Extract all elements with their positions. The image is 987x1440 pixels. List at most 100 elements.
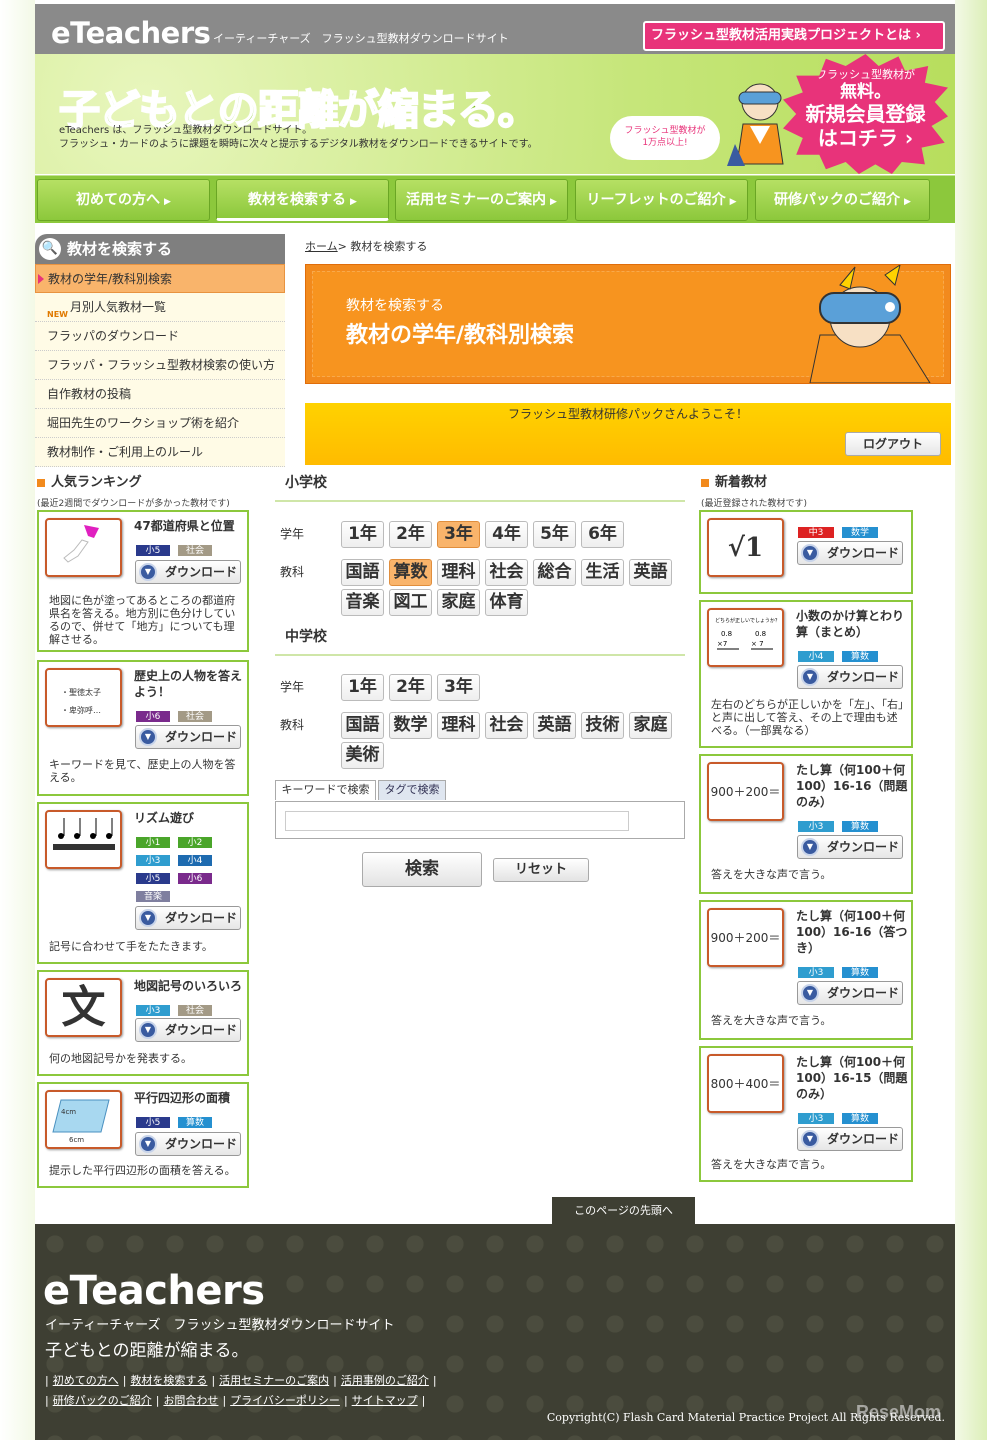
download-button[interactable]: ▼ ダウンロード bbox=[797, 1127, 903, 1151]
keyword-input[interactable] bbox=[285, 811, 629, 831]
mid-subject-math[interactable]: 数学 bbox=[389, 712, 432, 739]
nav-leaflet[interactable]: リーフレットのご紹介 ▶ bbox=[575, 179, 748, 221]
page-top-link[interactable]: このページの先頭へ bbox=[552, 1197, 695, 1224]
mid-subject-social[interactable]: 社会 bbox=[485, 712, 528, 739]
mid-subject-art[interactable]: 美術 bbox=[341, 742, 384, 769]
grade-tag[interactable]: 小3 bbox=[135, 854, 171, 867]
reset-button[interactable]: リセット bbox=[493, 858, 589, 882]
tab-tag-search[interactable]: タグで検索 bbox=[378, 780, 446, 800]
footer-link[interactable]: 活用事例のご紹介 bbox=[341, 1374, 429, 1387]
search-button[interactable]: 検索 bbox=[362, 852, 482, 887]
subject-tag[interactable]: 算数 bbox=[177, 1116, 213, 1129]
download-button[interactable]: ▼ ダウンロード bbox=[797, 541, 903, 565]
nav-training-pack[interactable]: 研修パックのご紹介 ▶ bbox=[755, 179, 930, 221]
subject-tag[interactable]: 算数 bbox=[841, 966, 879, 979]
material-title[interactable]: 平行四辺形の面積 bbox=[134, 1090, 230, 1106]
elem-subject-japanese[interactable]: 国語 bbox=[341, 559, 384, 586]
download-button[interactable]: ▼ ダウンロード bbox=[135, 1132, 241, 1156]
new-item-card[interactable]: 800＋400＝ たし算（何100＋何100）16-15（問題のみ） 小3 算数… bbox=[699, 1046, 913, 1182]
mid-subject-english[interactable]: 英語 bbox=[533, 712, 576, 739]
grade-tag[interactable]: 小5 bbox=[135, 544, 171, 557]
download-button[interactable]: ▼ ダウンロード bbox=[135, 1018, 241, 1042]
subject-tag[interactable]: 算数 bbox=[841, 820, 879, 833]
download-button[interactable]: ▼ ダウンロード bbox=[797, 835, 903, 859]
logout-button[interactable]: ログアウト bbox=[845, 432, 941, 456]
sidebar-item-flappa-download[interactable]: フラッパのダウンロード bbox=[35, 322, 285, 351]
subject-tag[interactable]: 数学 bbox=[841, 526, 879, 539]
new-item-card[interactable]: √1 中3 数学 ▼ ダウンロード bbox=[699, 510, 913, 594]
nav-first-time[interactable]: 初めての方へ ▶ bbox=[37, 179, 210, 221]
grade-tag[interactable]: 小3 bbox=[797, 966, 835, 979]
mid-subject-home[interactable]: 家庭 bbox=[629, 712, 672, 739]
material-thumbnail[interactable]: 900＋200＝ bbox=[707, 762, 784, 821]
download-button[interactable]: ▼ ダウンロード bbox=[797, 981, 903, 1005]
download-button[interactable]: ▼ ダウンロード bbox=[797, 665, 903, 689]
grade-tag[interactable]: 小5 bbox=[135, 1116, 171, 1129]
elem-subject-pe[interactable]: 体育 bbox=[485, 589, 528, 616]
grade-tag[interactable]: 小3 bbox=[797, 1112, 835, 1125]
material-thumbnail[interactable]: どちらが正しいでしょうか？ 0.8 ×7 0.8 × 7 bbox=[707, 608, 784, 667]
elem-grade-5[interactable]: 5年 bbox=[533, 521, 576, 548]
site-logo[interactable]: eTeachers bbox=[51, 16, 211, 50]
tab-keyword-search[interactable]: キーワードで検索 bbox=[275, 780, 376, 800]
grade-tag[interactable]: 小2 bbox=[177, 836, 213, 849]
footer-link[interactable]: 初めての方へ bbox=[53, 1374, 119, 1387]
grade-tag[interactable]: 小3 bbox=[797, 820, 835, 833]
download-button[interactable]: ▼ ダウンロード bbox=[135, 725, 241, 749]
material-title[interactable]: 歴史上の人物を答えよう！ bbox=[134, 668, 246, 700]
sidebar-item-monthly-popular[interactable]: NEW 月別人気教材一覧 bbox=[35, 293, 285, 322]
subject-tag[interactable]: 社会 bbox=[177, 1004, 213, 1017]
ranking-card[interactable]: 文 地図記号のいろいろ 小3 社会 ▼ ダウンロード 何の地図記号かを発表する。 bbox=[37, 970, 249, 1076]
material-thumbnail[interactable]: 文 bbox=[45, 978, 122, 1037]
mid-subject-science[interactable]: 理科 bbox=[437, 712, 480, 739]
subject-tag[interactable]: 社会 bbox=[177, 544, 213, 557]
mid-grade-1[interactable]: 1年 bbox=[341, 674, 384, 701]
nav-search[interactable]: 教材を検索する ▶ bbox=[216, 179, 389, 221]
breadcrumb-home[interactable]: ホーム bbox=[305, 240, 338, 253]
subject-tag[interactable]: 算数 bbox=[841, 1112, 879, 1125]
grade-tag[interactable]: 小5 bbox=[135, 872, 171, 885]
sidebar-item-howto[interactable]: フラッパ・フラッシュ型教材検索の使い方 bbox=[35, 351, 285, 380]
sidebar-item-rules[interactable]: 教材制作・ご利用上のルール bbox=[35, 438, 285, 467]
download-button[interactable]: ▼ ダウンロード bbox=[135, 560, 241, 584]
grade-tag[interactable]: 小3 bbox=[135, 1004, 171, 1017]
footer-logo[interactable]: eTeachers bbox=[43, 1268, 265, 1314]
nav-seminar[interactable]: 活用セミナーのご案内 ▶ bbox=[395, 179, 568, 221]
subject-tag[interactable]: 音楽 bbox=[135, 890, 171, 903]
new-item-card[interactable]: 900＋200＝ たし算（何100＋何100）16-16（答つき） 小3 算数 … bbox=[699, 900, 913, 1040]
footer-link[interactable]: 活用セミナーのご案内 bbox=[219, 1374, 329, 1387]
elem-subject-integrated[interactable]: 総合 bbox=[533, 559, 576, 586]
grade-tag[interactable]: 中3 bbox=[797, 526, 835, 539]
footer-link[interactable]: 教材を検索する bbox=[130, 1374, 207, 1387]
register-starburst[interactable]: フラッシュ型教材が 無料。 新規会員登録 はコチラ › bbox=[783, 54, 948, 174]
elem-grade-2[interactable]: 2年 bbox=[389, 521, 432, 548]
ranking-card[interactable]: 47都道府県と位置 小5 社会 ▼ ダウンロード 地図に色が塗ってあるところの都道… bbox=[37, 510, 249, 652]
footer-link[interactable]: サイトマップ bbox=[352, 1394, 418, 1407]
ranking-card[interactable]: 4cm 6cm 平行四辺形の面積 小5 算数 ▼ ダウンロード 提示した平行四辺形… bbox=[37, 1082, 249, 1188]
material-title[interactable]: たし算（何100＋何100）16-16（答つき） bbox=[796, 908, 908, 956]
ranking-card[interactable]: リズム遊び 小1 小2 小3 小4 小5 小6 音楽 ▼ ダウンロード 記号に合わ… bbox=[37, 802, 249, 964]
elem-subject-social[interactable]: 社会 bbox=[485, 559, 528, 586]
grade-tag[interactable]: 小6 bbox=[177, 872, 213, 885]
grade-tag[interactable]: 小4 bbox=[177, 854, 213, 867]
elem-subject-home[interactable]: 家庭 bbox=[437, 589, 480, 616]
material-title[interactable]: たし算（何100＋何100）16-16（問題のみ） bbox=[796, 762, 908, 810]
grade-tag[interactable]: 小4 bbox=[797, 650, 835, 663]
ranking-card[interactable]: ・聖徳太子 ・卑弥呼… 歴史上の人物を答えよう！ 小6 社会 ▼ ダウンロード キー… bbox=[37, 660, 249, 796]
material-thumbnail[interactable]: ・聖徳太子 ・卑弥呼… bbox=[45, 668, 122, 727]
sidebar-item-post[interactable]: 自作教材の投稿 bbox=[35, 380, 285, 409]
material-thumbnail[interactable]: √1 bbox=[707, 518, 784, 577]
material-thumbnail[interactable] bbox=[45, 810, 122, 869]
grade-tag[interactable]: 小1 bbox=[135, 836, 171, 849]
download-button[interactable]: ▼ ダウンロード bbox=[135, 906, 241, 930]
elem-subject-music[interactable]: 音楽 bbox=[341, 589, 384, 616]
mid-grade-3[interactable]: 3年 bbox=[437, 674, 480, 701]
grade-tag[interactable]: 小6 bbox=[135, 710, 171, 723]
elem-grade-6[interactable]: 6年 bbox=[581, 521, 624, 548]
material-thumbnail[interactable] bbox=[45, 518, 122, 577]
elem-grade-1[interactable]: 1年 bbox=[341, 521, 384, 548]
footer-link[interactable]: 研修パックのご紹介 bbox=[53, 1394, 152, 1407]
elem-subject-english[interactable]: 英語 bbox=[629, 559, 672, 586]
material-thumbnail[interactable]: 800＋400＝ bbox=[707, 1054, 784, 1113]
mid-subject-tech[interactable]: 技術 bbox=[581, 712, 624, 739]
